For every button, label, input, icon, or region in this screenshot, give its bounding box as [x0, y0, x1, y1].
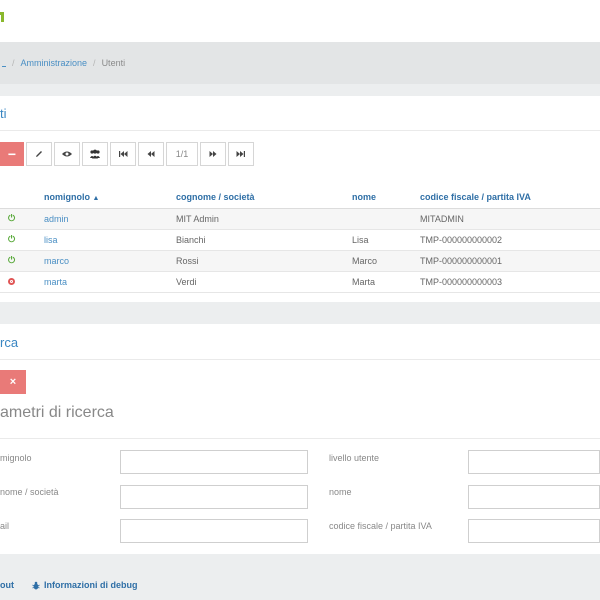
user-tax-code: TMP-000000000001 — [420, 250, 600, 272]
user-name: Marco — [352, 250, 420, 272]
table-header-row: nomignolo ▲ cognome / società nome codic… — [0, 186, 600, 209]
user-surname: MIT Admin — [176, 208, 352, 230]
table-row: ⏻ admin MIT Admin MITADMIN — [0, 208, 600, 230]
debug-info-link[interactable]: Informazioni di debug — [32, 580, 138, 590]
tax-code-label: codice fiscale / partita IVA — [329, 521, 432, 531]
pencil-icon — [36, 151, 42, 157]
user-tax-code: TMP-000000000002 — [420, 229, 600, 251]
breadcrumb-administration[interactable]: Amministrazione — [21, 58, 88, 68]
nickname-label: mignolo — [0, 453, 32, 463]
sort-asc-icon: ▲ — [92, 194, 100, 202]
record-icon[interactable] — [8, 277, 15, 285]
groups-button[interactable] — [82, 142, 108, 166]
surname-label: nome / società — [0, 487, 59, 497]
table-row: ⏻ lisa Bianchi Lisa TMP-000000000002 — [0, 229, 600, 251]
bug-icon — [32, 581, 40, 589]
search-heading: ametri di ricerca — [0, 404, 114, 421]
pagination-indicator: 1/1 — [166, 142, 198, 166]
power-on-icon[interactable]: ⏻ — [8, 255, 15, 265]
user-surname: Bianchi — [176, 229, 352, 251]
user-nickname-link[interactable]: admin — [44, 214, 69, 224]
users-icon — [90, 149, 100, 159]
view-button[interactable] — [54, 142, 80, 166]
last-page-icon — [236, 151, 245, 157]
home-link[interactable] — [2, 60, 6, 67]
user-surname: Rossi — [176, 250, 352, 272]
top-bar — [0, 0, 600, 42]
edit-button[interactable] — [26, 142, 52, 166]
search-panel-title: rca — [0, 335, 19, 350]
debug-info-label: Informazioni di debug — [44, 580, 138, 590]
user-nickname-link[interactable]: lisa — [44, 235, 58, 245]
tax-code-input[interactable] — [468, 519, 600, 543]
user-surname: Verdi — [176, 271, 352, 293]
user-nickname-link[interactable]: marco — [44, 256, 69, 266]
nickname-input[interactable] — [120, 450, 308, 474]
surname-input[interactable] — [120, 485, 308, 509]
eye-icon — [62, 151, 72, 157]
user-name: Marta — [352, 271, 420, 293]
email-input[interactable] — [120, 519, 308, 543]
logout-link[interactable]: out — [0, 580, 14, 590]
users-table: nomignolo ▲ cognome / società nome codic… — [0, 186, 600, 293]
header-nickname[interactable]: nomignolo ▲ — [44, 186, 176, 209]
user-level-label: livello utente — [329, 453, 380, 463]
logo[interactable] — [0, 12, 4, 22]
header-surname[interactable]: cognome / società — [176, 186, 352, 209]
last-page-button[interactable] — [228, 142, 254, 166]
table-row: marta Verdi Marta TMP-000000000003 — [0, 271, 600, 293]
remove-button[interactable]: − — [0, 142, 24, 166]
table-row: ⏻ marco Rossi Marco TMP-000000000001 — [0, 250, 600, 272]
email-label: ail — [0, 521, 10, 531]
breadcrumb-users: Utenti — [101, 58, 126, 68]
name-label: nome — [329, 487, 352, 497]
next-page-icon — [209, 151, 217, 157]
header-name[interactable]: nome — [352, 186, 420, 209]
prev-page-icon — [147, 151, 155, 157]
user-tax-code: TMP-000000000003 — [420, 271, 600, 293]
power-on-icon[interactable]: ⏻ — [8, 213, 15, 223]
footer: out Informazioni di debug — [0, 578, 138, 592]
users-toolbar: − 1/1 — [0, 142, 256, 166]
user-nickname-link[interactable]: marta — [44, 277, 67, 287]
user-name — [352, 208, 420, 230]
name-input[interactable] — [468, 485, 600, 509]
close-search-button[interactable]: × — [0, 370, 26, 394]
users-panel-title: ti — [0, 106, 7, 121]
user-tax-code: MITADMIN — [420, 208, 600, 230]
user-level-input[interactable] — [468, 450, 600, 474]
header-tax-code[interactable]: codice fiscale / partita IVA — [420, 186, 600, 209]
breadcrumb: / Amministrazione / Utenti — [0, 42, 600, 84]
first-page-button[interactable] — [110, 142, 136, 166]
first-page-icon — [119, 151, 128, 157]
prev-page-button[interactable] — [138, 142, 164, 166]
user-name: Lisa — [352, 229, 420, 251]
power-on-icon[interactable]: ⏻ — [8, 234, 15, 244]
next-page-button[interactable] — [200, 142, 226, 166]
